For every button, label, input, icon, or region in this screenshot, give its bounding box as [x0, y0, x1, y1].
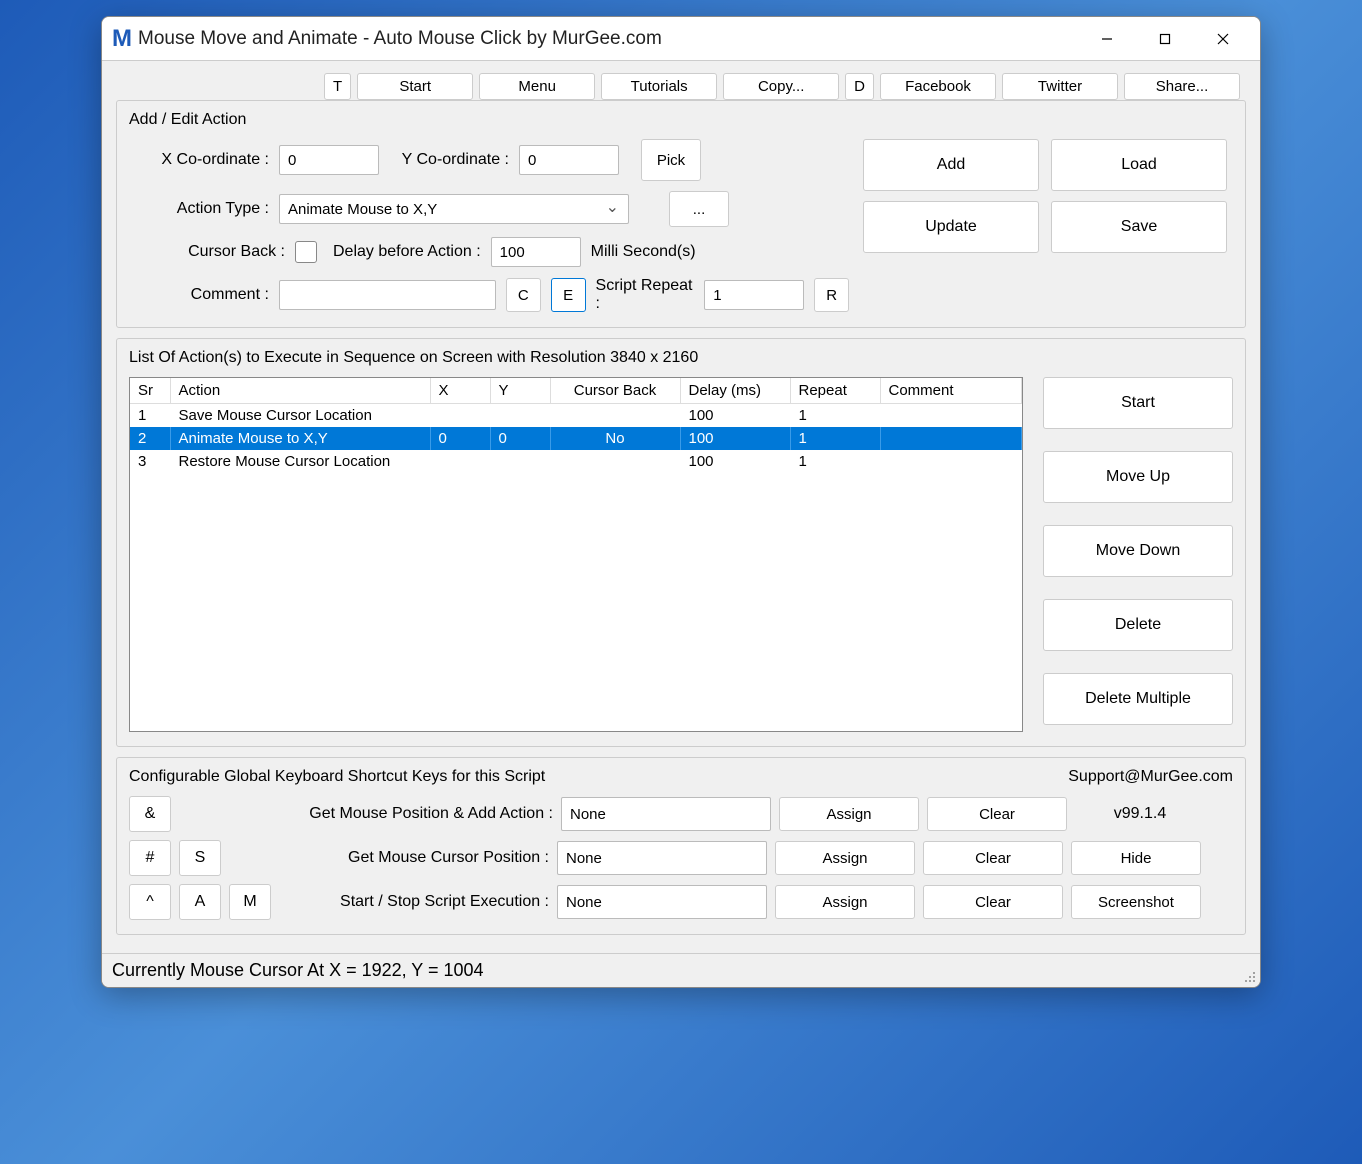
- table-header-row: Sr Action X Y Cursor Back Delay (ms) Rep…: [130, 378, 1022, 404]
- facebook-button[interactable]: Facebook: [880, 73, 996, 100]
- list-title: List Of Action(s) to Execute in Sequence…: [129, 349, 1233, 367]
- shortcut3-input[interactable]: [557, 885, 767, 919]
- th-sr[interactable]: Sr: [130, 378, 170, 404]
- load-button[interactable]: Load: [1051, 139, 1227, 191]
- table-row[interactable]: 1Save Mouse Cursor Location1001: [130, 404, 1022, 428]
- x-input[interactable]: [279, 145, 379, 175]
- th-repeat[interactable]: Repeat: [790, 378, 880, 404]
- s-button[interactable]: S: [179, 840, 221, 876]
- c-button[interactable]: C: [506, 278, 541, 312]
- add-button[interactable]: Add: [863, 139, 1039, 191]
- move-down-button[interactable]: Move Down: [1043, 525, 1233, 577]
- script-repeat-label: Script Repeat :: [596, 277, 695, 313]
- m-button[interactable]: M: [229, 884, 271, 920]
- minimize-button[interactable]: [1078, 17, 1136, 61]
- action-type-select[interactable]: Animate Mouse to X,Y: [279, 194, 629, 224]
- cursor-back-label: Cursor Back :: [129, 243, 285, 261]
- d-button[interactable]: D: [845, 73, 874, 100]
- start-script-button[interactable]: Start: [1043, 377, 1233, 429]
- app-window: M Mouse Move and Animate - Auto Mouse Cl…: [101, 16, 1261, 988]
- start-toolbar-button[interactable]: Start: [357, 73, 473, 100]
- amp-button[interactable]: &: [129, 796, 171, 832]
- delay-unit: Milli Second(s): [591, 243, 696, 261]
- cursor-back-checkbox[interactable]: [295, 241, 317, 263]
- save-button[interactable]: Save: [1051, 201, 1227, 253]
- version-label: v99.1.4: [1075, 805, 1205, 823]
- hide-button[interactable]: Hide: [1071, 841, 1201, 875]
- y-input[interactable]: [519, 145, 619, 175]
- assign3-button[interactable]: Assign: [775, 885, 915, 919]
- th-x[interactable]: X: [430, 378, 490, 404]
- shortcut2-input[interactable]: [557, 841, 767, 875]
- add-edit-group: Add / Edit Action X Co-ordinate : Y Co-o…: [116, 100, 1246, 328]
- th-action[interactable]: Action: [170, 378, 430, 404]
- table-row[interactable]: 3Restore Mouse Cursor Location1001: [130, 450, 1022, 473]
- maximize-button[interactable]: [1136, 17, 1194, 61]
- r-button[interactable]: R: [814, 278, 849, 312]
- screenshot-button[interactable]: Screenshot: [1071, 885, 1201, 919]
- actions-table[interactable]: Sr Action X Y Cursor Back Delay (ms) Rep…: [129, 377, 1023, 732]
- hash-button[interactable]: #: [129, 840, 171, 876]
- action-type-label: Action Type :: [129, 200, 269, 218]
- twitter-button[interactable]: Twitter: [1002, 73, 1118, 100]
- a-button[interactable]: A: [179, 884, 221, 920]
- shortcut2-label: Get Mouse Cursor Position :: [229, 849, 549, 867]
- status-bar: Currently Mouse Cursor At X = 1922, Y = …: [102, 953, 1260, 987]
- y-label: Y Co-ordinate :: [389, 151, 509, 169]
- dots-button[interactable]: ...: [669, 191, 729, 227]
- add-edit-title: Add / Edit Action: [129, 111, 1233, 129]
- clear2-button[interactable]: Clear: [923, 841, 1063, 875]
- list-group: List Of Action(s) to Execute in Sequence…: [116, 338, 1246, 747]
- caret-button[interactable]: ^: [129, 884, 171, 920]
- titlebar: M Mouse Move and Animate - Auto Mouse Cl…: [102, 17, 1260, 61]
- th-delay[interactable]: Delay (ms): [680, 378, 790, 404]
- tutorials-button[interactable]: Tutorials: [601, 73, 717, 100]
- t-button[interactable]: T: [324, 73, 351, 100]
- shortcut3-label: Start / Stop Script Execution :: [279, 893, 549, 911]
- assign2-button[interactable]: Assign: [775, 841, 915, 875]
- shortcut1-input[interactable]: [561, 797, 771, 831]
- status-text: Currently Mouse Cursor At X = 1922, Y = …: [112, 960, 484, 980]
- comment-label: Comment :: [129, 286, 269, 304]
- update-button[interactable]: Update: [863, 201, 1039, 253]
- share-button[interactable]: Share...: [1124, 73, 1240, 100]
- clear1-button[interactable]: Clear: [927, 797, 1067, 831]
- script-repeat-input[interactable]: [704, 280, 804, 310]
- move-up-button[interactable]: Move Up: [1043, 451, 1233, 503]
- delay-input[interactable]: [491, 237, 581, 267]
- app-icon: M: [112, 25, 132, 53]
- comment-input[interactable]: [279, 280, 496, 310]
- pick-button[interactable]: Pick: [641, 139, 701, 181]
- shortcuts-title: Configurable Global Keyboard Shortcut Ke…: [129, 768, 545, 786]
- th-comment[interactable]: Comment: [880, 378, 1022, 404]
- th-cursor-back[interactable]: Cursor Back: [550, 378, 680, 404]
- delay-label: Delay before Action :: [333, 243, 481, 261]
- x-label: X Co-ordinate :: [129, 151, 269, 169]
- delete-multiple-button[interactable]: Delete Multiple: [1043, 673, 1233, 725]
- delete-button[interactable]: Delete: [1043, 599, 1233, 651]
- resize-grip-icon[interactable]: [1240, 967, 1256, 983]
- th-y[interactable]: Y: [490, 378, 550, 404]
- e-button[interactable]: E: [551, 278, 586, 312]
- clear3-button[interactable]: Clear: [923, 885, 1063, 919]
- assign1-button[interactable]: Assign: [779, 797, 919, 831]
- close-button[interactable]: [1194, 17, 1252, 61]
- menu-button[interactable]: Menu: [479, 73, 595, 100]
- table-row[interactable]: 2Animate Mouse to X,Y00No1001: [130, 427, 1022, 450]
- copy-button[interactable]: Copy...: [723, 73, 839, 100]
- shortcut1-label: Get Mouse Position & Add Action :: [233, 805, 553, 823]
- shortcuts-group: Configurable Global Keyboard Shortcut Ke…: [116, 757, 1246, 935]
- support-link[interactable]: Support@MurGee.com: [1068, 768, 1233, 796]
- window-title: Mouse Move and Animate - Auto Mouse Clic…: [138, 28, 1078, 50]
